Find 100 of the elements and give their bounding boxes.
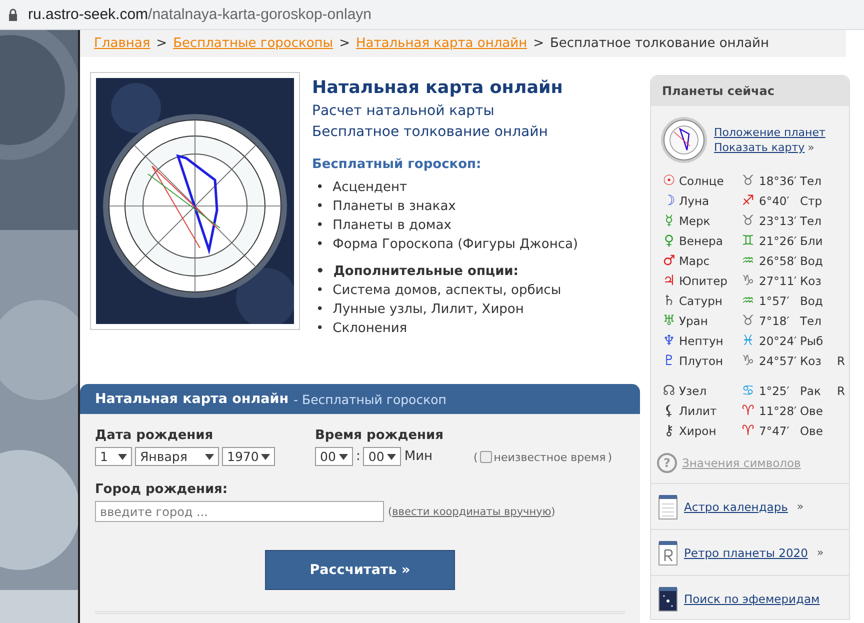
bullet: •	[316, 263, 324, 281]
caret-icon	[387, 454, 396, 460]
bullet: •	[316, 236, 324, 254]
sidebar-link[interactable]: Положение планет	[714, 126, 826, 139]
sign-symbol: ♒	[740, 292, 756, 310]
sign-name: Бли	[800, 233, 824, 250]
checkbox-label: неизвестное время	[494, 450, 606, 464]
sign-symbol: ♉	[740, 212, 756, 230]
retrograde-marker: R	[837, 353, 846, 370]
feature-item: Асцендент	[332, 179, 408, 197]
planet-name: Узел	[679, 383, 708, 400]
select-field[interactable]: Января	[135, 447, 219, 466]
sign-symbol: ♋	[740, 382, 756, 400]
sidebar-link[interactable]: Ретро планеты 2020	[684, 546, 808, 560]
breadcrumb-current: Бесплатное толкование онлайн	[550, 36, 770, 51]
sign-name: Вод	[800, 253, 824, 270]
planet-name: Марс	[679, 253, 711, 270]
select-field[interactable]: 00	[315, 447, 353, 466]
list-heading: Дополнительные опции:	[333, 263, 518, 281]
planet-symbol: ♀	[662, 232, 676, 250]
unit-label: Мин	[404, 449, 433, 464]
planet-symbol: ♄	[662, 292, 676, 310]
feature-item: Планеты в знаках	[332, 198, 456, 216]
caret-icon	[339, 454, 348, 460]
lock-icon	[8, 8, 18, 21]
sign-name: Тел	[800, 313, 822, 330]
manual-coordinates-link[interactable]: ввести координаты вручную	[392, 506, 552, 518]
planet-symbol: ♆	[662, 332, 676, 350]
parenthesis: )	[608, 450, 612, 464]
calendar-icon	[658, 494, 678, 520]
form-title: Натальная карта онлайн	[95, 391, 289, 407]
bullet: •	[316, 301, 324, 319]
sidebar-link[interactable]: Астро календарь	[684, 500, 788, 514]
planet-symbol: ♇	[662, 352, 676, 370]
checkbox[interactable]	[480, 451, 492, 463]
time-separator: :	[356, 449, 360, 464]
planet-name: Хирон	[679, 423, 718, 440]
planet-degree: 7°47′	[759, 423, 790, 440]
planet-degree: 24°57′	[759, 353, 797, 370]
section-title: Бесплатный гороскоп:	[312, 157, 482, 172]
sign-name: Рыб	[800, 333, 824, 350]
sidebar-title: Планеты сейчас	[651, 76, 849, 106]
retrograde-marker: R	[837, 383, 846, 400]
planet-degree: 6°40′	[759, 193, 790, 210]
select-field[interactable]: 00	[363, 447, 402, 466]
more-marker: »	[816, 546, 824, 559]
select-field[interactable]: 1	[95, 447, 132, 466]
field-label: Время рождения	[315, 428, 444, 443]
planet-degree: 7°18′	[759, 313, 790, 330]
bullet: •	[316, 282, 324, 300]
sign-symbol: ♐	[740, 192, 756, 210]
feature-item: Форма Гороскопа (Фигуры Джонса)	[332, 236, 578, 254]
bullet: •	[316, 198, 324, 216]
sidebar-link[interactable]: Показать карту	[714, 141, 805, 154]
city-input-field[interactable]: введите город ...	[95, 501, 384, 522]
planet-name: Солнце	[679, 173, 725, 190]
caret-icon	[261, 454, 270, 460]
planet-degree: 1°57′	[759, 293, 790, 310]
sign-symbol: ♈	[740, 422, 756, 440]
select-field[interactable]: 1970	[222, 447, 275, 466]
sign-symbol: ♊	[740, 232, 756, 250]
sign-name: Вод	[800, 293, 824, 310]
breadcrumb-separator: >	[533, 36, 544, 51]
sidebar-link[interactable]: Поиск по эфемеридам	[684, 592, 820, 606]
feature-item: Склонения	[332, 320, 408, 338]
field-label: Город рождения:	[95, 482, 229, 497]
planet-degree: 26°58′	[759, 253, 797, 270]
planet-name: Луна	[679, 193, 710, 210]
planet-symbol: ☉	[662, 172, 676, 190]
planet-degree: 18°36′	[759, 173, 797, 190]
sign-symbol: ♒	[740, 252, 756, 270]
sign-name: Коз	[800, 353, 822, 370]
parenthesis: (	[473, 450, 478, 464]
feature-item: Планеты в домах	[332, 217, 452, 235]
help-icon: ?	[657, 453, 677, 473]
planet-degree: 23°13′	[759, 213, 797, 230]
more-marker: »	[796, 500, 804, 513]
sign-symbol: ♓	[740, 332, 756, 350]
sign-name: Ове	[800, 423, 824, 440]
bullet: •	[316, 179, 324, 197]
planet-name: Мерк	[679, 213, 712, 230]
parenthesis: (	[388, 506, 392, 518]
feature-item: Система домов, аспекты, орбисы	[332, 282, 562, 300]
sign-name: Рак	[800, 383, 822, 400]
planet-symbol: ☊	[662, 382, 676, 400]
field-label: Дата рождения	[95, 428, 214, 443]
more-marker: »	[808, 141, 814, 154]
breadcrumb-separator: >	[156, 36, 168, 51]
starry-calendar-icon	[658, 586, 678, 612]
sign-name: Коз	[800, 273, 822, 290]
planet-degree: 1°25′	[759, 383, 790, 400]
planet-degree: 21°26′	[759, 233, 797, 250]
caret-icon	[205, 454, 214, 460]
sign-name: Тел	[800, 173, 822, 190]
sign-symbol: ♑	[740, 272, 756, 290]
calculate-button[interactable]: Рассчитать »	[265, 550, 455, 590]
page-subtitle: Расчет натальной карты	[312, 102, 496, 121]
calendar-letter-icon	[658, 540, 678, 566]
planet-symbol: ♃	[662, 272, 676, 290]
sign-symbol: ♈	[740, 402, 756, 420]
